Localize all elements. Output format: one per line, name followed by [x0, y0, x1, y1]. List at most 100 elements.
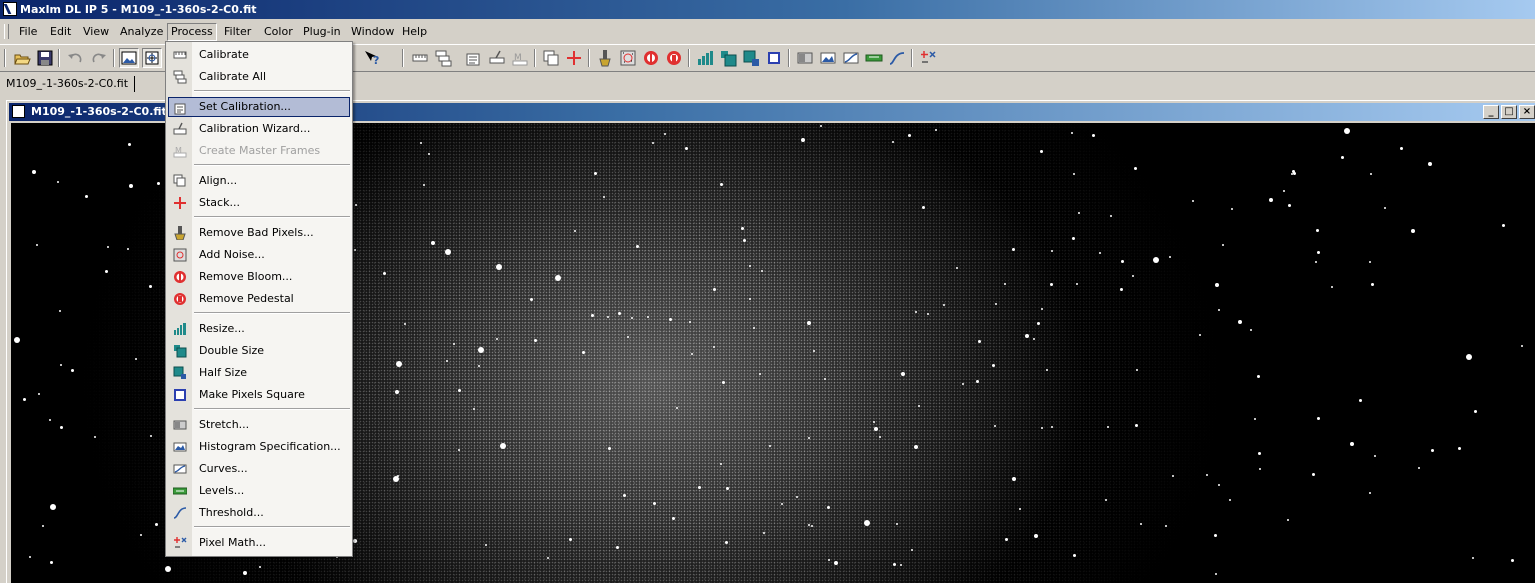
resize-toolbar-icon[interactable] — [696, 49, 714, 67]
menu-file[interactable]: File — [15, 24, 41, 40]
menu-item-threshold[interactable]: Threshold... — [168, 503, 350, 523]
menu-item-add-noise[interactable]: Add Noise... — [168, 245, 350, 265]
menu-item-align[interactable]: Align... — [168, 171, 350, 191]
threshold-toolbar-icon[interactable] — [888, 49, 906, 67]
context-help-icon[interactable]: ? — [363, 49, 381, 67]
menu-plug-in[interactable]: Plug-in — [299, 24, 345, 40]
curves-toolbar-icon[interactable] — [842, 49, 860, 67]
star — [1472, 557, 1474, 559]
star — [653, 502, 656, 505]
open-icon[interactable] — [13, 49, 31, 67]
calibrate-all-toolbar-icon[interactable] — [434, 49, 452, 67]
image-view-icon[interactable] — [119, 48, 139, 68]
star — [808, 524, 810, 526]
maximize-button[interactable]: □ — [1501, 105, 1517, 119]
calibration-wizard-toolbar-icon[interactable] — [488, 49, 506, 67]
toolbar-separator — [911, 49, 913, 67]
star — [1258, 452, 1261, 455]
add-noise-icon — [173, 248, 187, 262]
menu-analyze[interactable]: Analyze — [116, 24, 167, 40]
stack-icon — [173, 196, 187, 210]
menu-item-curves[interactable]: Curves... — [168, 459, 350, 479]
star — [420, 142, 422, 144]
menu-item-calibration-wizard[interactable]: Calibration Wizard... — [168, 119, 350, 139]
star — [105, 270, 108, 273]
pixel-math-icon — [173, 536, 187, 550]
menu-edit[interactable]: Edit — [46, 24, 75, 40]
menu-item-stretch[interactable]: Stretch... — [168, 415, 350, 435]
star — [1071, 132, 1073, 134]
remove-pedestal-toolbar-icon[interactable] — [665, 49, 683, 67]
menu-item-stack[interactable]: Stack... — [168, 193, 350, 213]
star — [1369, 261, 1371, 263]
star — [155, 523, 158, 526]
menu-item-remove-bloom[interactable]: Remove Bloom... — [168, 267, 350, 287]
screen-stretch-icon[interactable] — [142, 48, 162, 68]
star — [616, 546, 619, 549]
set-calibration-toolbar-icon[interactable] — [465, 49, 483, 67]
star — [607, 316, 609, 318]
save-icon[interactable] — [36, 49, 54, 67]
document-icon[interactable] — [12, 105, 25, 118]
star — [689, 321, 691, 323]
star — [935, 129, 937, 131]
menu-item-histogram-specification[interactable]: Histogram Specification... — [168, 437, 350, 457]
star — [1374, 455, 1376, 457]
menu-item-set-calibration[interactable]: Set Calibration... — [168, 97, 350, 117]
menu-item-pixel-math[interactable]: Pixel Math... — [168, 533, 350, 553]
align-toolbar-icon[interactable] — [542, 49, 560, 67]
menu-item-remove-pedestal[interactable]: Remove Pedestal — [168, 289, 350, 309]
menubar-grip[interactable] — [4, 24, 9, 39]
stretch-toolbar-icon[interactable] — [796, 49, 814, 67]
star — [1073, 173, 1075, 175]
menu-view[interactable]: View — [79, 24, 113, 40]
menu-item-calibrate[interactable]: Calibrate — [168, 45, 350, 65]
menu-item-calibrate-all[interactable]: Calibrate All — [168, 67, 350, 87]
add-noise-toolbar-icon[interactable] — [619, 49, 637, 67]
square-pixels-toolbar-icon[interactable] — [765, 49, 783, 67]
pixel-math-toolbar-icon[interactable] — [919, 49, 937, 67]
menu-item-double-size[interactable]: Double Size — [168, 341, 350, 361]
undo-icon[interactable] — [66, 49, 84, 67]
menu-item-levels[interactable]: Levels... — [168, 481, 350, 501]
star — [127, 248, 129, 250]
minimize-button[interactable]: _ — [1483, 105, 1499, 119]
half-size-toolbar-icon[interactable] — [742, 49, 760, 67]
menu-filter[interactable]: Filter — [220, 24, 255, 40]
menu-window[interactable]: Window — [347, 24, 398, 40]
set-calibration-icon — [174, 101, 188, 115]
bad-pixels-toolbar-icon[interactable] — [596, 49, 614, 67]
menu-help[interactable]: Help — [398, 24, 431, 40]
menu-item-make-pixels-square[interactable]: Make Pixels Square — [168, 385, 350, 405]
star — [1078, 212, 1080, 214]
calibrate-toolbar-icon[interactable] — [411, 49, 429, 67]
star — [1165, 525, 1167, 527]
toolbar-grip[interactable] — [4, 49, 6, 67]
star — [864, 520, 870, 526]
app-icon[interactable] — [3, 2, 17, 16]
menu-item-create-master-frames[interactable]: M Create Master Frames — [168, 141, 350, 161]
star — [994, 425, 996, 427]
toolbar-separator — [588, 49, 590, 67]
star — [918, 405, 920, 407]
tab-document[interactable]: M109_-1-360s-2-C0.fit — [6, 76, 136, 92]
redo-icon[interactable] — [90, 49, 108, 67]
master-frames-toolbar-icon[interactable]: M — [511, 49, 529, 67]
menu-item-half-size[interactable]: Half Size — [168, 363, 350, 383]
star — [1317, 417, 1320, 420]
menu-item-remove-bad-pixels[interactable]: Remove Bad Pixels... — [168, 223, 350, 243]
menu-item-resize[interactable]: Resize... — [168, 319, 350, 339]
stack-toolbar-icon[interactable] — [565, 49, 583, 67]
menu-process[interactable]: Process — [167, 23, 217, 41]
star — [1199, 334, 1201, 336]
star — [713, 346, 715, 348]
menu-color[interactable]: Color — [260, 24, 297, 40]
close-button[interactable]: × — [1519, 105, 1535, 119]
histogram-toolbar-icon[interactable] — [819, 49, 837, 67]
double-size-toolbar-icon[interactable] — [719, 49, 737, 67]
star — [1283, 190, 1285, 192]
levels-toolbar-icon[interactable] — [865, 49, 883, 67]
remove-bloom-toolbar-icon[interactable] — [642, 49, 660, 67]
toolbar-separator — [402, 49, 404, 67]
process-menu: Calibrate Calibrate All Set Calibration.… — [165, 41, 353, 557]
